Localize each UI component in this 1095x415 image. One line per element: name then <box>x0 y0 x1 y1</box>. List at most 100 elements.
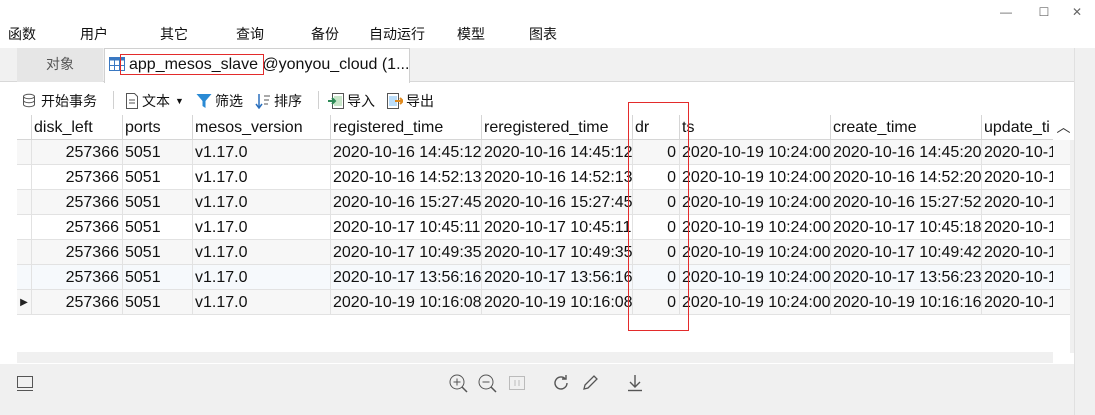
form-view-icon[interactable] <box>14 372 36 394</box>
cell-ports[interactable]: 5051 <box>122 240 192 265</box>
cell-registered-time[interactable]: 2020-10-17 10:49:35 <box>330 240 481 265</box>
cell-ts[interactable]: 2020-10-19 10:24:00 <box>679 290 830 315</box>
cell-disk-left[interactable]: 257366 <box>31 140 122 165</box>
cell-update-time[interactable]: 2020-10-1 <box>981 165 1053 190</box>
cell-ts[interactable]: 2020-10-19 10:24:00 <box>679 240 830 265</box>
cell-update-time[interactable]: 2020-10-1 <box>981 265 1053 290</box>
table-row[interactable]: 257366 5051 v1.17.0 2020-10-17 10:45:11 2020… <box>17 215 1074 240</box>
cell-ports[interactable]: 5051 <box>122 190 192 215</box>
sort-button[interactable]: 排序 <box>255 90 302 112</box>
cell-registered-time[interactable]: 2020-10-16 15:27:45 <box>330 190 481 215</box>
table-row[interactable]: 257366 5051 v1.17.0 2020-10-16 14:52:13 2020… <box>17 165 1074 190</box>
scroll-up-icon[interactable]: ︿ <box>1053 115 1074 140</box>
column-header-create-time[interactable]: create_time <box>830 115 981 140</box>
vertical-scrollbar[interactable] <box>1070 140 1074 353</box>
column-header-dr[interactable]: dr <box>632 115 679 140</box>
cell-ts[interactable]: 2020-10-19 10:24:00 <box>679 165 830 190</box>
cell-create-time[interactable]: 2020-10-19 10:16:16 <box>830 290 981 315</box>
cell-ports[interactable]: 5051 <box>122 215 192 240</box>
minimize-icon[interactable]: — <box>996 4 1016 20</box>
cell-mesos-version[interactable]: v1.17.0 <box>192 215 330 240</box>
cell-mesos-version[interactable]: v1.17.0 <box>192 140 330 165</box>
cell-mesos-version[interactable]: v1.17.0 <box>192 265 330 290</box>
cell-ts[interactable]: 2020-10-19 10:24:00 <box>679 265 830 290</box>
column-header-update-time[interactable]: update_ti <box>981 115 1053 140</box>
zoom-out-icon[interactable] <box>476 372 498 394</box>
cell-mesos-version[interactable]: v1.17.0 <box>192 290 330 315</box>
maximize-icon[interactable]: ☐ <box>1034 4 1054 20</box>
column-header-reregistered-time[interactable]: reregistered_time <box>481 115 632 140</box>
cell-disk-left[interactable]: 257366 <box>31 290 122 315</box>
close-icon[interactable]: ✕ <box>1067 4 1087 20</box>
cell-mesos-version[interactable]: v1.17.0 <box>192 190 330 215</box>
cell-ports[interactable]: 5051 <box>122 290 192 315</box>
menu-item-automation[interactable]: 自动运行 <box>369 25 425 43</box>
menu-item-chart[interactable]: 图表 <box>529 25 557 43</box>
horizontal-scrollbar[interactable] <box>17 352 1053 363</box>
cell-update-time[interactable]: 2020-10-1 <box>981 290 1053 315</box>
cell-registered-time[interactable]: 2020-10-16 14:52:13 <box>330 165 481 190</box>
cell-reregistered-time[interactable]: 2020-10-17 10:45:11 <box>481 215 632 240</box>
download-icon[interactable] <box>624 372 646 394</box>
table-row[interactable]: 257366 5051 v1.17.0 2020-10-16 15:27:45 2020… <box>17 190 1074 215</box>
cell-mesos-version[interactable]: v1.17.0 <box>192 240 330 265</box>
cell-registered-time[interactable]: 2020-10-19 10:16:08 <box>330 290 481 315</box>
column-header-disk-left[interactable]: disk_left <box>31 115 122 140</box>
column-header-mesos-version[interactable]: mesos_version <box>192 115 330 140</box>
cell-update-time[interactable]: 2020-10-1 <box>981 215 1053 240</box>
cell-disk-left[interactable]: 257366 <box>31 165 122 190</box>
cell-create-time[interactable]: 2020-10-17 10:45:18 <box>830 215 981 240</box>
cell-reregistered-time[interactable]: 2020-10-16 15:27:45 <box>481 190 632 215</box>
cell-create-time[interactable]: 2020-10-16 15:27:52 <box>830 190 981 215</box>
import-button[interactable]: 导入 <box>328 90 375 112</box>
column-header-ts[interactable]: ts <box>679 115 830 140</box>
column-header-registered-time[interactable]: registered_time <box>330 115 481 140</box>
cell-registered-time[interactable]: 2020-10-17 13:56:16 <box>330 265 481 290</box>
refresh-icon[interactable] <box>550 372 572 394</box>
tab-objects[interactable]: 对象 <box>17 48 103 82</box>
cell-update-time[interactable]: 2020-10-1 <box>981 240 1053 265</box>
cell-dr[interactable]: 0 <box>632 290 679 315</box>
cell-mesos-version[interactable]: v1.17.0 <box>192 165 330 190</box>
cell-ts[interactable]: 2020-10-19 10:24:00 <box>679 140 830 165</box>
tab-table-app-mesos-slave[interactable]: app_mesos_slave @yonyou_cloud (1... <box>104 48 410 83</box>
cell-reregistered-time[interactable]: 2020-10-17 10:49:35 <box>481 240 632 265</box>
menu-item-backup[interactable]: 备份 <box>311 25 339 43</box>
cell-dr[interactable]: 0 <box>632 140 679 165</box>
cell-registered-time[interactable]: 2020-10-16 14:45:12 <box>330 140 481 165</box>
cell-update-time[interactable]: 2020-10-1 <box>981 140 1053 165</box>
cell-create-time[interactable]: 2020-10-17 10:49:42 <box>830 240 981 265</box>
cell-ports[interactable]: 5051 <box>122 140 192 165</box>
cell-dr[interactable]: 0 <box>632 165 679 190</box>
cell-ts[interactable]: 2020-10-19 10:24:00 <box>679 190 830 215</box>
menu-item-functions[interactable]: 函数 <box>8 25 36 43</box>
cell-reregistered-time[interactable]: 2020-10-16 14:52:13 <box>481 165 632 190</box>
column-header-ports[interactable]: ports <box>122 115 192 140</box>
cell-ts[interactable]: 2020-10-19 10:24:00 <box>679 215 830 240</box>
menu-item-others[interactable]: 其它 <box>160 25 188 43</box>
edit-icon[interactable] <box>579 372 601 394</box>
cell-disk-left[interactable]: 257366 <box>31 240 122 265</box>
cell-reregistered-time[interactable]: 2020-10-17 13:56:16 <box>481 265 632 290</box>
cell-reregistered-time[interactable]: 2020-10-19 10:16:08 <box>481 290 632 315</box>
cell-dr[interactable]: 0 <box>632 190 679 215</box>
filter-button[interactable]: 筛选 <box>196 90 243 112</box>
export-button[interactable]: 导出 <box>387 90 434 112</box>
cell-disk-left[interactable]: 257366 <box>31 190 122 215</box>
cell-registered-time[interactable]: 2020-10-17 10:45:11 <box>330 215 481 240</box>
cell-reregistered-time[interactable]: 2020-10-16 14:45:12 <box>481 140 632 165</box>
cell-ports[interactable]: 5051 <box>122 265 192 290</box>
text-menu-button[interactable]: 文本 ▼ <box>125 90 184 112</box>
zoom-in-icon[interactable] <box>447 372 469 394</box>
table-row[interactable]: 257366 5051 v1.17.0 2020-10-17 10:49:35 2020… <box>17 240 1074 265</box>
cell-disk-left[interactable]: 257366 <box>31 265 122 290</box>
table-row[interactable]: 257366 5051 v1.17.0 2020-10-17 13:56:16 2020… <box>17 265 1074 290</box>
table-row[interactable]: 257366 5051 v1.17.0 2020-10-16 14:45:12 2020… <box>17 140 1074 165</box>
cell-create-time[interactable]: 2020-10-17 13:56:23 <box>830 265 981 290</box>
menu-item-users[interactable]: 用户 <box>80 25 108 43</box>
cell-dr[interactable]: 0 <box>632 215 679 240</box>
cell-disk-left[interactable]: 257366 <box>31 215 122 240</box>
table-row[interactable]: ▶ 257366 5051 v1.17.0 2020-10-19 10:16:08 202… <box>17 290 1074 315</box>
menu-item-query[interactable]: 查询 <box>236 25 264 43</box>
cell-dr[interactable]: 0 <box>632 240 679 265</box>
